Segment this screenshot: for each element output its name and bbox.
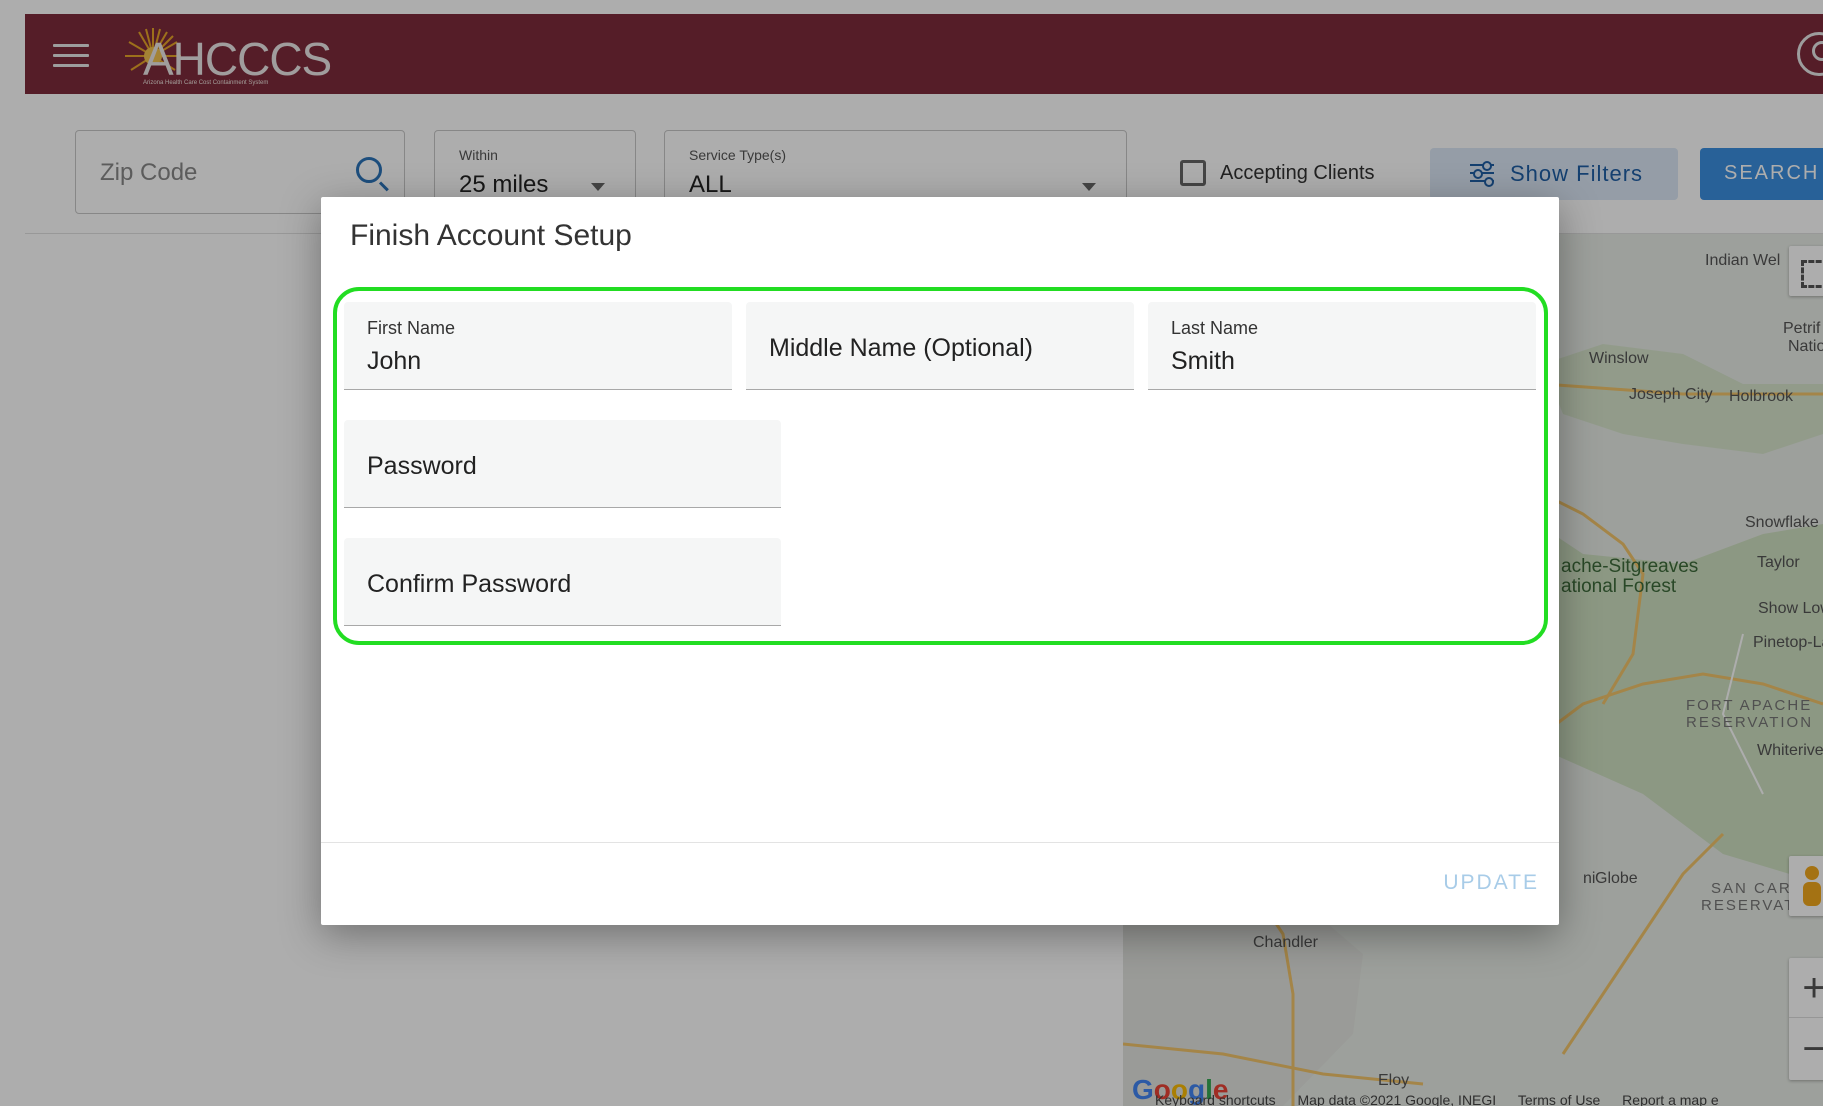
last-name-field[interactable]: Last Name Smith [1148,302,1536,390]
first-name-field[interactable]: First Name John [344,302,732,390]
first-name-label: First Name [367,318,456,338]
confirm-password-field[interactable]: Confirm Password [344,538,781,626]
account-form-highlight: First Name John Middle Name (Optional) L… [333,287,1548,645]
dialog-divider [321,842,1559,843]
dialog-title: Finish Account Setup [350,219,632,252]
password-field[interactable]: Password [344,420,781,508]
middle-name-field[interactable]: Middle Name (Optional) [746,302,1134,390]
last-name-value: Smith [1171,347,1235,375]
confirm-password-placeholder: Confirm Password [367,570,572,598]
last-name-label: Last Name [1171,318,1259,338]
first-name-value: John [367,347,422,375]
finish-account-setup-dialog: Finish Account Setup First Name John Mid… [321,197,1559,925]
middle-name-placeholder: Middle Name (Optional) [769,334,1033,362]
password-placeholder: Password [367,452,477,480]
update-button[interactable]: UPDATE [1443,871,1539,895]
